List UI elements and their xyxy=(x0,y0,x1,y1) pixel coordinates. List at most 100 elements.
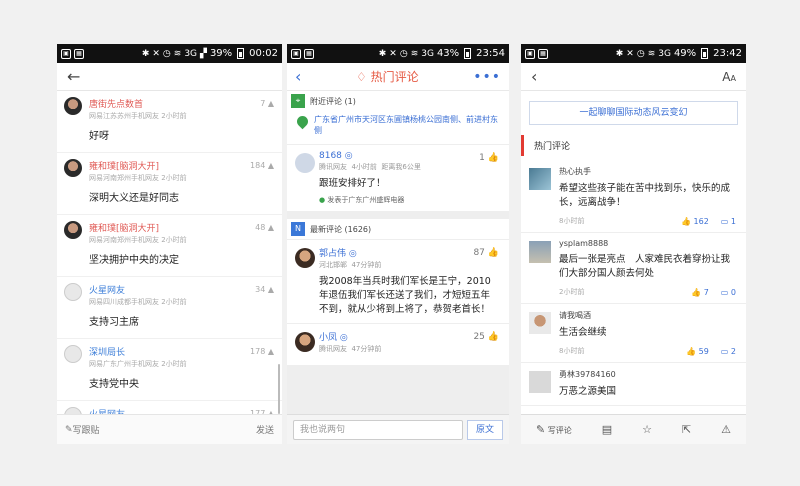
comment-text: 万恶之源美国 xyxy=(559,386,617,397)
battery-percent: 43% xyxy=(436,48,460,59)
username[interactable]: 勇林39784160 xyxy=(559,369,736,380)
comment-list[interactable]: 唐街先点数首 网易江苏苏州手机网友 2小时前 7 ▲ 好呀 雍和璞[脑洞大开] 网易河南郑… xyxy=(57,91,282,414)
table-row[interactable]: 郭占伟 ◎ 河北邯郸 47分钟前 87 👍 我2008年当兵时我们军长是王宁，2010… xyxy=(287,239,509,323)
username[interactable]: 火星网友 xyxy=(89,283,272,296)
pencil-icon: ✎ xyxy=(65,424,73,435)
like-button[interactable]: 👍 59 xyxy=(686,347,709,356)
clock: 23:54 xyxy=(476,48,505,59)
list-item[interactable]: 请我喝酒生活会继续 8小时前 👍 59 ▭ 2 xyxy=(521,304,746,363)
flame-icon: ♢ xyxy=(356,70,371,84)
comment-time: 2小时前 xyxy=(559,288,585,296)
back-arrow-icon[interactable]: ← xyxy=(67,67,80,86)
location-line[interactable]: 广东省广州市天河区东圃镇杨桃公园南侧、前进村东侧 xyxy=(287,111,509,144)
username[interactable]: 火星网友 xyxy=(89,407,272,414)
username[interactable]: 雍和璞[脑洞大开] xyxy=(89,159,272,172)
like-count[interactable]: 7 ▲ xyxy=(260,99,274,108)
original-article-button[interactable]: 原文 xyxy=(466,419,503,440)
topic-banner[interactable]: 一起聊聊国际动态风云变幻 xyxy=(529,101,738,125)
comment-text: 支持习主席 xyxy=(89,317,139,328)
comment-input[interactable]: 我也说两句 xyxy=(293,419,463,440)
top-bar: ← xyxy=(57,63,282,91)
battery-percent: 39% xyxy=(209,48,233,59)
list-item[interactable]: ysplam8888 最后一张是亮点 人家难民衣着穿扮让我们大部分国人颜去何处 2小… xyxy=(521,233,746,304)
reply-button[interactable]: ▭ 0 xyxy=(721,288,736,297)
latest-label: 最新评论 (1626) xyxy=(310,224,372,234)
like-count[interactable]: 34 ▲ xyxy=(255,285,274,294)
nearby-section: ⌖ 附近评论 (1) 广东省广州市天河区东圃镇杨桃公园南侧、前进村东侧 8168… xyxy=(287,91,509,211)
username[interactable]: 深圳局长 xyxy=(89,345,272,358)
more-icon[interactable]: ••• xyxy=(473,69,501,85)
send-button[interactable]: 发送 xyxy=(256,423,274,436)
like-count[interactable]: 184 ▲ xyxy=(250,161,274,170)
thumbs-up-icon: 👍 xyxy=(487,332,499,342)
like-button[interactable]: 👍 162 xyxy=(681,217,709,226)
share-icon[interactable]: ⇱ xyxy=(682,423,691,436)
location-text: 广东省广州市天河区东圃镇杨桃公园南侧、前进村东侧 xyxy=(314,115,498,135)
list-item[interactable]: 勇林39784160 万恶之源美国 xyxy=(521,363,746,406)
username[interactable]: 请我喝酒 xyxy=(559,310,736,321)
phone-screen-2: ▣ ▦ ✱ ✕ ◷ ≋ 3G 43% 23:54 ‹ ♢ 热门评论 ••• ⌖ … xyxy=(287,44,509,444)
comment-text: 最后一张是亮点 人家难民衣着穿扮让我们大部分国人颜去何处 xyxy=(559,254,731,279)
username[interactable]: 雍和璞[脑洞大开] xyxy=(89,221,272,234)
avatar xyxy=(295,153,315,173)
comments-icon[interactable]: ▤ xyxy=(602,423,612,436)
avatar xyxy=(64,159,82,177)
table-row[interactable]: 小凤 ◎ 腾讯网友 47分钟前 25 👍 xyxy=(287,323,509,365)
username[interactable]: 热心执手 xyxy=(559,166,736,177)
edit-icon: ✎ xyxy=(535,423,546,436)
reply-button[interactable]: ▭ 1 xyxy=(721,217,736,226)
scrollbar[interactable] xyxy=(278,364,280,414)
thumbs-up-icon: 👍 xyxy=(686,346,697,356)
latest-comment-list[interactable]: 郭占伟 ◎ 河北邯郸 47分钟前 87 👍 我2008年当兵时我们军长是王宁，2010… xyxy=(287,239,509,365)
write-follow-input[interactable]: 写跟贴 xyxy=(73,423,256,436)
username[interactable]: 郭占伟 ◎ xyxy=(319,246,499,259)
like-count[interactable]: 87 👍 xyxy=(473,248,499,258)
image-icon: ▣ xyxy=(61,48,71,59)
like-count[interactable]: 48 ▲ xyxy=(255,223,274,232)
back-arrow-icon[interactable]: ‹ xyxy=(531,67,537,86)
star-icon[interactable]: ☆ xyxy=(642,423,652,436)
username[interactable]: 唐街先点数首 xyxy=(89,97,272,110)
comment-text: 跟班安排好了！ xyxy=(319,178,386,189)
comment-text: 好呀 xyxy=(89,131,109,142)
reply-icon: ▭ xyxy=(720,346,729,356)
list-item[interactable]: 火星网友网易北京手机网友 2小时前177 ▲拥护党中央！ xyxy=(57,401,282,414)
username[interactable]: 小凤 ◎ xyxy=(319,330,499,343)
list-item[interactable]: 深圳局长 网易广东广州手机网友 2小时前 178 ▲ 支持党中央 xyxy=(57,339,282,401)
avatar xyxy=(295,248,315,268)
write-comment-button[interactable]: ✎ 写评论 xyxy=(536,423,572,436)
report-icon[interactable]: ⚠ xyxy=(721,423,731,436)
reply-button[interactable]: ▭ 2 xyxy=(721,347,736,356)
latest-section: N 最新评论 (1626) 郭占伟 ◎ 河北邯郸 47分钟前 87 👍 我2008年当… xyxy=(287,219,509,365)
list-item[interactable]: 热心执手 希望这些孩子能在苦中找到乐，快乐的成长，远离战争！ 8小时前 👍 162 ▭ … xyxy=(521,160,746,233)
like-count[interactable]: 178 ▲ xyxy=(250,347,274,356)
username[interactable]: 8168 ◎ xyxy=(319,151,499,161)
comment-time: 8小时前 xyxy=(559,347,585,355)
bluetooth-icon: ✱ xyxy=(141,48,150,59)
comment-text: 生活会继续 xyxy=(559,327,607,338)
like-count[interactable]: 25 👍 xyxy=(473,332,499,342)
list-item[interactable]: 唐街先点数首 网易江苏苏州手机网友 2小时前 7 ▲ 好呀 xyxy=(57,91,282,153)
battery-icon xyxy=(464,48,472,59)
silent-icon: ✕ xyxy=(389,48,397,59)
alarm-icon: ◷ xyxy=(399,48,408,59)
list-item[interactable]: 雍和璞[脑洞大开] 网易河南郑州手机网友 2小时前 48 ▲ 坚决拥护中央的决定 xyxy=(57,215,282,277)
username[interactable]: ysplam8888 xyxy=(559,239,736,248)
avatar xyxy=(529,241,551,263)
comment-time: 8小时前 xyxy=(559,217,585,225)
avatar xyxy=(64,407,82,414)
top-bar: ‹ ♢ 热门评论 ••• xyxy=(287,63,509,91)
like-button[interactable]: 👍 7 xyxy=(691,288,709,297)
like-count[interactable]: 1 👍 xyxy=(479,153,499,163)
reply-icon: ▭ xyxy=(720,287,729,297)
nearby-comment[interactable]: 8168 ◎ 腾讯网友 4小时前 距离我6公里 1 👍 跟班安排好了！ ● 发表… xyxy=(287,144,509,211)
list-item[interactable]: 火星网友 网易四川成都手机网友 2小时前 34 ▲ 支持习主席 xyxy=(57,277,282,339)
font-size-icon[interactable]: AA xyxy=(722,70,736,84)
thumbs-up-icon: ▲ xyxy=(267,223,274,232)
list-item[interactable]: 雍和璞[脑洞大开] 网易河南郑州手机网友 2小时前 184 ▲ 深明大义还是好同志 xyxy=(57,153,282,215)
image-icon: ▣ xyxy=(525,48,535,59)
thumbs-up-icon: 👍 xyxy=(487,248,499,258)
hot-comment-list[interactable]: 热心执手 希望这些孩子能在苦中找到乐，快乐的成长，远离战争！ 8小时前 👍 162 ▭ … xyxy=(521,160,746,406)
wifi-icon: ≋ xyxy=(410,48,419,59)
comment-text: 我2008年当兵时我们军长是王宁，2010年退伍我们军长还送了我们，才短短五年不… xyxy=(319,276,491,315)
